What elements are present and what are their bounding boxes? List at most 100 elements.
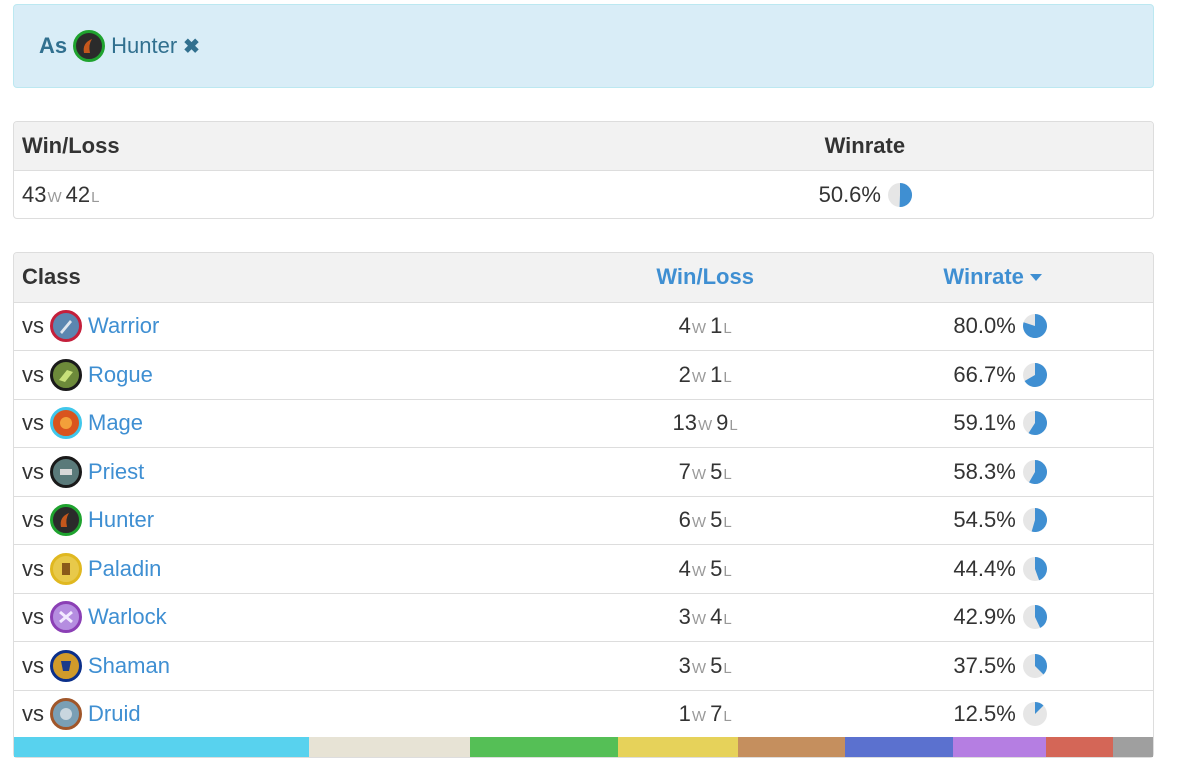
wins: 4 <box>678 555 691 581</box>
class-link[interactable]: Druid <box>88 701 141 727</box>
class-cell: vs Druid <box>14 698 583 731</box>
winloss-cell: 6W 5L <box>583 507 828 533</box>
losses: 7 <box>710 701 723 727</box>
winrate-pie <box>1022 556 1047 581</box>
class-cell: vs Priest <box>14 455 583 488</box>
distribution-segment <box>738 737 846 757</box>
winrate-cell: 59.1% <box>827 410 1153 436</box>
filter-alert: As Hunter ✖ <box>13 4 1154 88</box>
winrate-value: 66.7% <box>953 361 1016 387</box>
winrate-sort-header[interactable]: Winrate <box>827 264 1153 290</box>
class-cell: vs Rogue <box>14 358 583 391</box>
win-unit: W <box>691 611 707 629</box>
win-unit: W <box>691 562 707 580</box>
winrate-value: 80.0% <box>953 313 1016 339</box>
loss-unit: L <box>723 659 732 677</box>
winrate-cell: 66.7% <box>827 362 1153 388</box>
loss-unit: L <box>723 514 732 532</box>
warrior-icon <box>50 310 82 343</box>
losses: 5 <box>710 652 723 678</box>
shaman-icon <box>50 649 82 682</box>
winrate-pie <box>1022 362 1047 387</box>
distribution-segment <box>845 737 953 757</box>
loss-unit: L <box>723 611 732 629</box>
summary-row: 43W 42L 50.6% <box>14 170 1153 218</box>
win-unit: W <box>691 465 707 483</box>
vs-label: vs <box>22 313 44 339</box>
winrate-value: 58.3% <box>953 458 1016 484</box>
wins: 3 <box>678 604 691 630</box>
wins: 2 <box>678 361 691 387</box>
winrate-cell: 12.5% <box>827 701 1153 727</box>
loss-unit: L <box>723 320 732 338</box>
vs-label: vs <box>22 604 44 630</box>
winrate-pie <box>1022 702 1047 727</box>
losses: 5 <box>710 507 723 533</box>
winrate-value: 12.5% <box>953 701 1016 727</box>
winrate-cell: 42.9% <box>827 604 1153 630</box>
summary-losses: 42 <box>65 181 91 207</box>
class-link[interactable]: Paladin <box>88 556 161 582</box>
losses: 4 <box>710 604 723 630</box>
winloss-sort-header[interactable]: Win/Loss <box>583 264 828 290</box>
loss-unit: L <box>723 562 732 580</box>
class-link[interactable]: Rogue <box>88 362 153 388</box>
class-link[interactable]: Hunter <box>88 507 154 533</box>
table-row: vs Shaman 3W 5L 37.5% <box>14 641 1153 690</box>
winrate-cell: 80.0% <box>827 313 1153 339</box>
winrate-value: 42.9% <box>953 604 1016 630</box>
wins: 1 <box>678 701 691 727</box>
table-row: vs Rogue 2W 1L 66.7% <box>14 350 1153 399</box>
winloss-cell: 2W 1L <box>583 362 828 388</box>
class-cell: vs Shaman <box>14 649 583 682</box>
sort-desc-icon <box>1029 273 1042 281</box>
paladin-icon <box>50 552 82 585</box>
summary-winrate-header: Winrate <box>824 133 906 158</box>
wins: 4 <box>678 313 691 339</box>
class-link[interactable]: Mage <box>88 410 143 436</box>
distribution-segment <box>952 737 1046 757</box>
warlock-icon <box>50 601 82 634</box>
winrate-cell: 58.3% <box>827 459 1153 485</box>
win-unit: W <box>691 659 707 677</box>
wins: 7 <box>678 458 691 484</box>
loss-unit: L <box>91 188 100 206</box>
class-cell: vs Warlock <box>14 601 583 634</box>
winrate-cell: 54.5% <box>827 507 1153 533</box>
loss-unit: L <box>723 708 732 726</box>
winloss-cell: 3W 4L <box>583 604 828 630</box>
winloss-cell: 1W 7L <box>583 701 828 727</box>
mage-icon <box>50 407 82 440</box>
winrate-pie <box>1022 653 1047 678</box>
summary-winrate: 50.6% <box>819 182 1153 208</box>
winrate-value: 59.1% <box>953 410 1016 436</box>
remove-filter-icon[interactable]: ✖ <box>183 34 200 59</box>
distribution-segment <box>617 737 739 757</box>
filter-class-name: Hunter <box>111 33 178 58</box>
losses: 9 <box>716 410 729 436</box>
class-link[interactable]: Warlock <box>88 604 167 630</box>
class-link[interactable]: Priest <box>88 459 144 485</box>
distribution-segment <box>1113 737 1153 757</box>
winrate-pie <box>1022 605 1047 630</box>
winloss-cell: 3W 5L <box>583 653 828 679</box>
wins: 3 <box>678 652 691 678</box>
winrate-pie <box>1022 508 1047 533</box>
table-row: vs Warlock 3W 4L 42.9% <box>14 592 1153 642</box>
table-row: vs Priest 7W 5L 58.3% <box>14 447 1153 496</box>
priest-icon <box>50 455 82 488</box>
win-unit: W <box>691 368 707 386</box>
class-cell: vs Paladin <box>14 552 583 585</box>
vs-label: vs <box>22 361 44 387</box>
win-unit: W <box>691 514 707 532</box>
winrate-cell: 44.4% <box>827 556 1153 582</box>
summary-table: Win/Loss Winrate 43W 42L 50.6% <box>13 121 1154 219</box>
class-link[interactable]: Shaman <box>88 653 170 679</box>
class-cell: vs Hunter <box>14 504 583 537</box>
winrate-pie <box>1022 314 1047 339</box>
winloss-cell: 4W 5L <box>583 556 828 582</box>
winrate-cell: 37.5% <box>827 653 1153 679</box>
wins: 13 <box>672 410 697 436</box>
class-link[interactable]: Warrior <box>88 313 159 339</box>
winrate-value: 37.5% <box>953 652 1016 678</box>
